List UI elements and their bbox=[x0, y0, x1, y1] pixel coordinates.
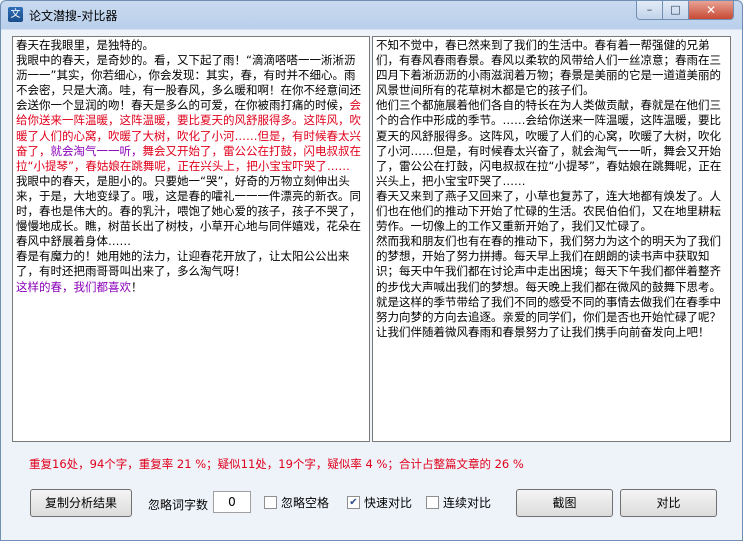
app-icon: 文 bbox=[8, 7, 23, 22]
left-text-segment: 我眼中的春天，是胆小的。只要她一“哭”，好奇的万物立刻伸出头来，于是，大地变绿了… bbox=[16, 173, 361, 249]
right-text-segment: 春天又来到了燕子又回来了，小草也复苏了，连大地都有焕发了。人们也在他们的推动下开… bbox=[376, 188, 721, 234]
ignore-space-checkbox[interactable]: 忽略空格 bbox=[264, 494, 329, 511]
close-button[interactable]: ✕ bbox=[689, 1, 734, 20]
left-text-segment: 春是有魔力的！她用她的法力，让迎春花开放了，让太阳公公出来了，有时还把雨哥哥叫出… bbox=[16, 249, 350, 279]
minimize-button[interactable]: – bbox=[636, 1, 663, 20]
fast-compare-box[interactable]: ✔ bbox=[347, 496, 360, 509]
maximize-button[interactable]: □ bbox=[663, 1, 689, 20]
screenshot-button[interactable]: 截图 bbox=[516, 489, 613, 517]
left-text-pane[interactable]: 春天在我眼里，是独特的。 我眼中的春天，是奇妙的。看，又下起了雨！“滴滴嗒嗒一一淅… bbox=[12, 36, 370, 442]
left-text-segment: 这样的春，我们都喜欢 bbox=[16, 279, 131, 294]
left-text-segment: 我眼中的春天，是奇妙的。看，又下起了雨！“滴滴嗒嗒一一淅淅沥沥一一”其实，你若细… bbox=[16, 53, 361, 113]
ignore-space-box[interactable] bbox=[264, 496, 277, 509]
right-text-segment: 然而我和朋友们也有在春的推动下，我们努力为这个的明天为了我们的梦想，开始了努力拼… bbox=[376, 234, 721, 339]
compare-button[interactable]: 对比 bbox=[620, 489, 717, 517]
right-text-content[interactable]: 不知不觉中，春已然来到了我们的生活中。春有着一帮强健的兄弟们，有春风春雨春景。春… bbox=[373, 37, 730, 441]
client-area: 春天在我眼里，是独特的。 我眼中的春天，是奇妙的。看，又下起了雨！“滴滴嗒嗒一一淅… bbox=[8, 31, 737, 533]
right-text-segment: 他们三个都施展着他们各自的特长在为人类做贡献，春就是在他们三个的合作中形成的季节… bbox=[376, 98, 722, 188]
similarity-summary: 重复16处，94个字，重复率 21 %；疑似11处，19个字，疑似率 4 %；合… bbox=[29, 457, 524, 471]
right-text-segment: 不知不觉中，春已然来到了我们的生活中。春有着一帮强健的兄弟们，有春风春雨春景。春… bbox=[376, 38, 721, 98]
left-text-segment: ！ bbox=[131, 279, 143, 294]
copy-results-button[interactable]: 复制分析结果 bbox=[30, 489, 132, 517]
app-window: 文 论文潜搜-对比器 – □ ✕ 春天在我眼里，是独特的。 我眼中的春天，是奇妙的… bbox=[0, 0, 743, 541]
right-text-pane[interactable]: 不知不觉中，春已然来到了我们的生活中。春有着一帮强健的兄弟们，有春风春雨春景。春… bbox=[372, 36, 731, 442]
continuous-compare-box[interactable] bbox=[426, 496, 439, 509]
continuous-compare-label: 连续对比 bbox=[443, 496, 492, 510]
window-controls: – □ ✕ bbox=[636, 1, 734, 21]
control-bar: 复制分析结果 忽略词字数 0 忽略空格 ✔ 快速对比 连续对比 截图 对比 bbox=[8, 486, 737, 531]
ignore-chars-input[interactable]: 0 bbox=[213, 491, 251, 513]
left-text-segment: 春天在我眼里，是独特的。 bbox=[16, 38, 154, 52]
window-title: 论文潜搜-对比器 bbox=[29, 9, 118, 23]
left-text-content[interactable]: 春天在我眼里，是独特的。 我眼中的春天，是奇妙的。看，又下起了雨！“滴滴嗒嗒一一淅… bbox=[13, 37, 369, 441]
continuous-compare-checkbox[interactable]: 连续对比 bbox=[426, 494, 491, 511]
ignore-space-label: 忽略空格 bbox=[281, 496, 330, 510]
title-bar: 文 论文潜搜-对比器 – □ ✕ bbox=[1, 1, 742, 29]
fast-compare-label: 快速对比 bbox=[364, 496, 413, 510]
fast-compare-checkbox[interactable]: ✔ 快速对比 bbox=[347, 494, 412, 511]
left-text-segment: 就会淘气一一听， bbox=[50, 143, 143, 158]
ignore-chars-label: 忽略词字数 bbox=[148, 498, 209, 512]
